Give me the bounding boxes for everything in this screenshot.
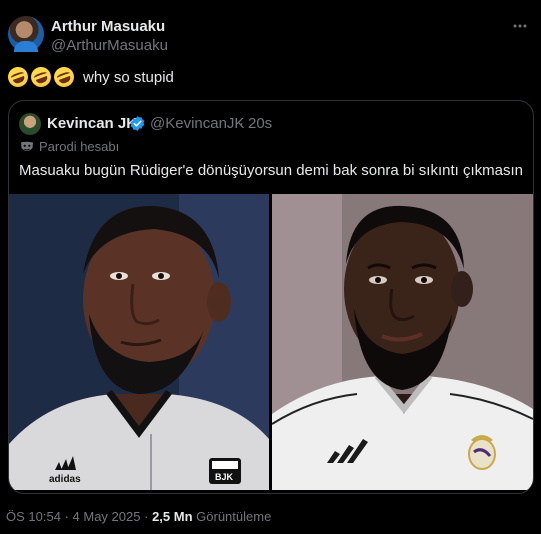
rolling-on-floor-laughing-emoji-icon bbox=[5, 64, 31, 90]
rolling-on-floor-laughing-emoji-icon bbox=[51, 64, 77, 90]
tweet-text-body: why so stupid bbox=[83, 68, 174, 86]
meta-separator: · bbox=[64, 509, 69, 524]
player-portrait-right bbox=[272, 194, 533, 490]
parody-account-label: Parodi hesabı bbox=[39, 139, 120, 154]
quote-author-avatar[interactable] bbox=[19, 113, 41, 135]
photo-right[interactable] bbox=[272, 194, 533, 490]
tweet-meta: ÖS 10:54 · 4 May 2025 · 2,5 Mn Görüntüle… bbox=[6, 509, 271, 524]
photo-left[interactable]: adidas BJK bbox=[9, 194, 269, 490]
quote-author-name[interactable]: Kevincan JK bbox=[47, 115, 137, 132]
quote-timestamp[interactable]: 20s bbox=[248, 115, 272, 132]
tweet: Arthur Masuaku @ArthurMasuaku why so stu… bbox=[0, 0, 541, 534]
adidas-wordmark: adidas bbox=[49, 474, 81, 485]
views-label: Görüntüleme bbox=[196, 509, 272, 524]
more-icon[interactable] bbox=[509, 18, 531, 36]
quoted-tweet[interactable]: Kevincan JK @KevincanJK · 20s Parodi hes… bbox=[8, 100, 534, 494]
parody-mask-icon bbox=[21, 141, 33, 151]
tweet-text: why so stupid bbox=[5, 64, 174, 90]
views-count[interactable]: 2,5 Mn bbox=[152, 509, 192, 524]
tweet-time[interactable]: ÖS 10:54 bbox=[6, 509, 61, 524]
rolling-on-floor-laughing-emoji-icon bbox=[28, 64, 54, 90]
author-name[interactable]: Arthur Masuaku bbox=[51, 18, 165, 35]
quote-author-handle[interactable]: @KevincanJK bbox=[150, 115, 244, 132]
bjk-crest: BJK bbox=[209, 458, 241, 484]
quote-separator: · bbox=[239, 115, 244, 132]
quote-text: Masuaku bugün Rüdiger'e dönüşüyorsun dem… bbox=[19, 162, 523, 179]
bjk-crest-text: BJK bbox=[215, 472, 234, 482]
author-handle[interactable]: @ArthurMasuaku bbox=[51, 37, 168, 54]
more-dots-icon bbox=[513, 24, 527, 28]
meta-separator: · bbox=[144, 509, 149, 524]
player-portrait-left: adidas BJK bbox=[9, 194, 269, 490]
quote-media[interactable]: adidas BJK bbox=[9, 194, 533, 490]
tweet-date[interactable]: 4 May 2025 bbox=[73, 509, 141, 524]
tweet-header: Arthur Masuaku @ArthurMasuaku bbox=[8, 16, 533, 56]
verified-badge-icon bbox=[130, 116, 145, 131]
real-madrid-crest bbox=[468, 435, 496, 470]
author-avatar[interactable] bbox=[8, 16, 44, 52]
